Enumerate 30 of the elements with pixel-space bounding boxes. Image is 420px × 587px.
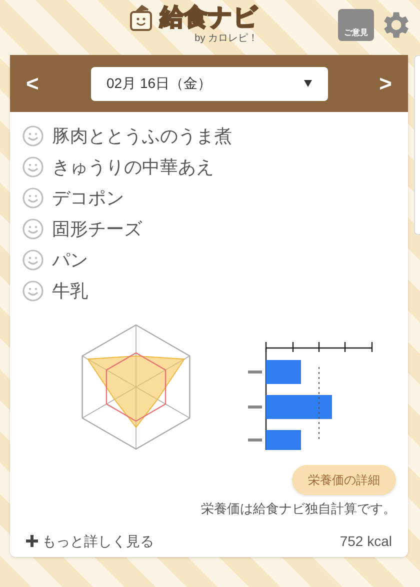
smiley-icon: [22, 249, 44, 271]
date-select[interactable]: 02月 16日（金）: [90, 66, 328, 100]
logo-text: 給食ナビ: [160, 6, 258, 30]
next-day-button[interactable]: >: [379, 67, 392, 100]
dropdown-caret-icon: [304, 80, 312, 87]
axis-label-mark: [248, 406, 262, 408]
chart-bar: [266, 360, 301, 384]
axis-label-mark: [248, 438, 262, 442]
feedback-button[interactable]: ご意見: [338, 9, 374, 41]
nutrition-detail-button[interactable]: 栄養価の詳細: [292, 465, 396, 495]
chart-bar: [266, 395, 332, 419]
menu-item-name: パン: [52, 248, 88, 272]
calorie-total: 752 kcal: [340, 532, 392, 550]
smiley-icon: [22, 156, 44, 178]
previous-day-button[interactable]: <: [26, 67, 39, 100]
chart-bar: [266, 430, 301, 450]
smiley-icon: [22, 125, 44, 147]
plus-icon: [26, 535, 38, 547]
more-details-link[interactable]: もっと詳しく見る: [26, 530, 154, 552]
smiley-icon: [22, 280, 44, 302]
menu-item-name: 固形チーズ: [52, 218, 142, 240]
smiley-icon: [22, 187, 44, 209]
byline: by カロレピ！: [194, 34, 258, 44]
nutrition-note: 栄養価は給食ナビ独自計算です。: [201, 500, 396, 518]
smiley-icon: [22, 218, 44, 240]
menu-item-name: デコポン: [52, 186, 124, 210]
menu-item-name: きゅうりの中華あえ: [52, 156, 214, 178]
axis-label-mark: [248, 370, 262, 374]
menu-item-name: 豚肉ととうふのうま煮: [52, 124, 232, 148]
menu-item-name: 牛乳: [52, 280, 88, 302]
